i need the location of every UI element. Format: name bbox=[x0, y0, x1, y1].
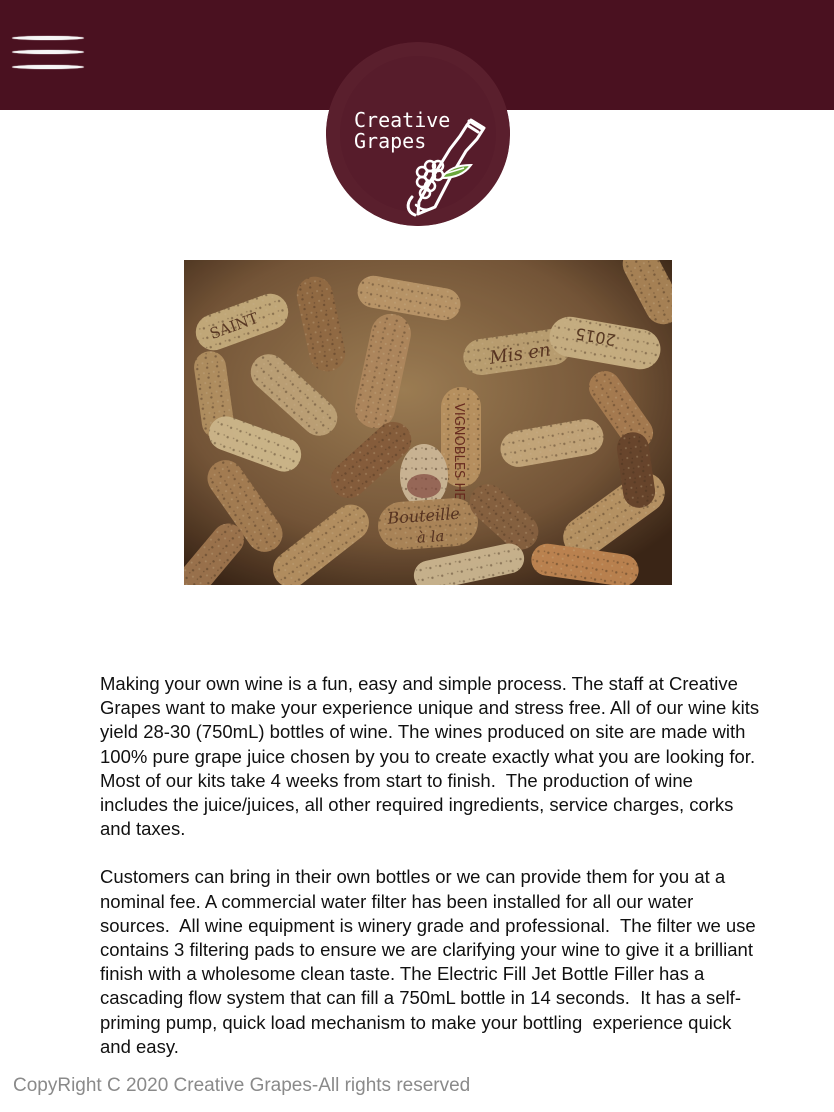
creative-grapes-logo[interactable]: Creative Grapes bbox=[326, 42, 510, 226]
logo-text: Creative Grapes bbox=[354, 110, 450, 152]
hamburger-menu-icon[interactable] bbox=[12, 34, 86, 72]
wine-making-paragraph: Making your own wine is a fun, easy and … bbox=[100, 673, 766, 840]
logo-line-1: Creative bbox=[354, 108, 451, 132]
footer-copyright: CopyRight C 2020 Creative Grapes-All rig… bbox=[13, 1075, 471, 1096]
menu-line bbox=[12, 65, 84, 69]
bottling-paragraph: Customers can bring in their own bottles… bbox=[100, 866, 761, 1057]
main-content: Making your own wine is a fun, easy and … bbox=[100, 672, 764, 1059]
menu-line bbox=[12, 36, 84, 40]
logo-line-2: Grapes bbox=[354, 129, 427, 153]
menu-line bbox=[12, 50, 84, 54]
wine-corks-image: SAINT Mis en 2015 VIGNOBLES HERVE Boutei… bbox=[184, 260, 672, 585]
